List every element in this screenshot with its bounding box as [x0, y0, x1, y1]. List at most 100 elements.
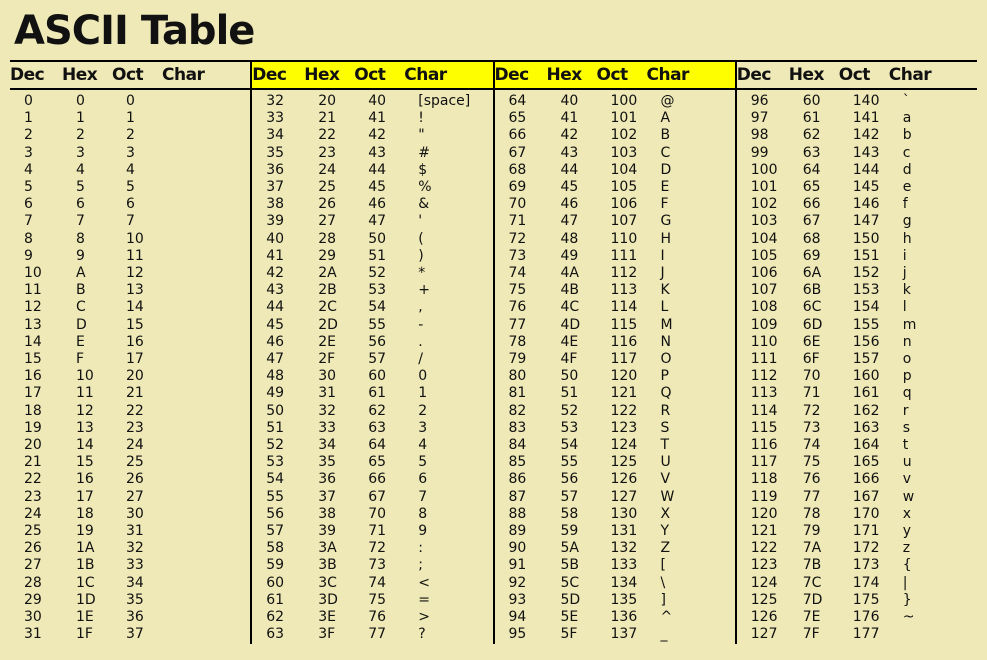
cell-char — [176, 403, 250, 420]
cell-hex: 4C — [561, 299, 611, 316]
cell-dec: 33 — [252, 110, 318, 127]
cell-char: P — [661, 368, 735, 385]
table-row: 10569151i — [737, 248, 977, 265]
cell-char — [176, 523, 250, 540]
cell-char: c — [903, 145, 977, 162]
cell-dec: 73 — [495, 248, 561, 265]
cell-dec: 123 — [737, 557, 803, 574]
cell-oct: 11 — [126, 248, 176, 265]
cell-oct: 144 — [853, 162, 903, 179]
cell-char: M — [661, 317, 735, 334]
table-row: 7147107G — [495, 213, 735, 230]
cell-hex: F — [76, 351, 126, 368]
table-row: 402850( — [252, 231, 492, 248]
cell-oct: 165 — [853, 454, 903, 471]
cell-char: ~ — [903, 609, 977, 626]
cell-oct: 111 — [611, 248, 661, 265]
table-row: 10367147g — [737, 213, 977, 230]
cell-char: y — [903, 523, 977, 540]
cell-oct: 43 — [368, 145, 418, 162]
cell-hex: 45 — [561, 179, 611, 196]
cell-hex: 2A — [318, 265, 368, 282]
table-row: 8454124T — [495, 437, 735, 454]
cell-char: & — [418, 196, 492, 213]
cell-char: ? — [418, 626, 492, 643]
table-row: 1237B173{ — [737, 557, 977, 574]
cell-char: a — [903, 110, 977, 127]
cell-dec: 120 — [737, 506, 803, 523]
cell-hex: 3A — [318, 540, 368, 557]
cell-dec: 12 — [10, 299, 76, 316]
cell-dec: 89 — [495, 523, 561, 540]
cell-dec: 114 — [737, 403, 803, 420]
cell-oct: 114 — [611, 299, 661, 316]
cell-dec: 91 — [495, 557, 561, 574]
table-row: 5638708 — [252, 506, 492, 523]
cell-hex: 6C — [803, 299, 853, 316]
cell-dec: 35 — [252, 145, 318, 162]
cell-oct: 21 — [126, 385, 176, 402]
table-row: 6541101A — [495, 110, 735, 127]
cell-hex: 69 — [803, 248, 853, 265]
cell-hex: 75 — [803, 454, 853, 471]
table-row: 1267E176~ — [737, 609, 977, 626]
cell-oct: 104 — [611, 162, 661, 179]
cell-dec: 109 — [737, 317, 803, 334]
cell-char: ( — [418, 231, 492, 248]
cell-dec: 55 — [252, 489, 318, 506]
cell-char: H — [661, 231, 735, 248]
cell-char — [176, 626, 250, 643]
table-row: 11876166v — [737, 471, 977, 488]
cell-hex: 4B — [561, 282, 611, 299]
cell-hex: 33 — [318, 420, 368, 437]
table-row: 915B133[ — [495, 557, 735, 574]
cell-oct: 151 — [853, 248, 903, 265]
cell-oct: 135 — [611, 592, 661, 609]
cell-dec: 127 — [737, 626, 803, 643]
cell-char — [176, 351, 250, 368]
cell-dec: 126 — [737, 609, 803, 626]
cell-hex: 5A — [561, 540, 611, 557]
cell-oct: 77 — [368, 626, 418, 643]
cell-dec: 100 — [737, 162, 803, 179]
cell-dec: 77 — [495, 317, 561, 334]
cell-dec: 3 — [10, 145, 76, 162]
cell-char: 5 — [418, 454, 492, 471]
cell-dec: 27 — [10, 557, 76, 574]
cell-dec: 75 — [495, 282, 561, 299]
cell-oct: 63 — [368, 420, 418, 437]
cell-char: 8 — [418, 506, 492, 523]
cell-char: | — [903, 575, 977, 592]
cell-oct: 145 — [853, 179, 903, 196]
cell-hex: 3D — [318, 592, 368, 609]
cell-oct: 110 — [611, 231, 661, 248]
cell-oct: 127 — [611, 489, 661, 506]
cell-hex: 7C — [803, 575, 853, 592]
table-row: 201424 — [10, 437, 250, 454]
cell-hex: 3F — [318, 626, 368, 643]
cell-hex: 46 — [561, 196, 611, 213]
cell-char: 9 — [418, 523, 492, 540]
cell-hex: 5E — [561, 609, 611, 626]
cell-oct: 15 — [126, 317, 176, 334]
cell-oct: 175 — [853, 592, 903, 609]
cell-dec: 45 — [252, 317, 318, 334]
cell-dec: 83 — [495, 420, 561, 437]
cell-hex: 1A — [76, 540, 126, 557]
cell-oct: 117 — [611, 351, 661, 368]
cell-oct: 53 — [368, 282, 418, 299]
cell-hex: 41 — [561, 110, 611, 127]
cell-oct: 25 — [126, 454, 176, 471]
cell-dec: 104 — [737, 231, 803, 248]
cell-oct: 141 — [853, 110, 903, 127]
table-row: 4931611 — [252, 385, 492, 402]
table-row: 11371161q — [737, 385, 977, 402]
cell-char: , — [418, 299, 492, 316]
cell-dec: 34 — [252, 127, 318, 144]
cell-oct: 2 — [126, 127, 176, 144]
cell-oct: 7 — [126, 213, 176, 230]
table-row: 221626 — [10, 471, 250, 488]
ascii-column: DecHexOctChar000111222333444555666777881… — [10, 62, 250, 644]
cell-hex: 54 — [561, 437, 611, 454]
cell-char: h — [903, 231, 977, 248]
